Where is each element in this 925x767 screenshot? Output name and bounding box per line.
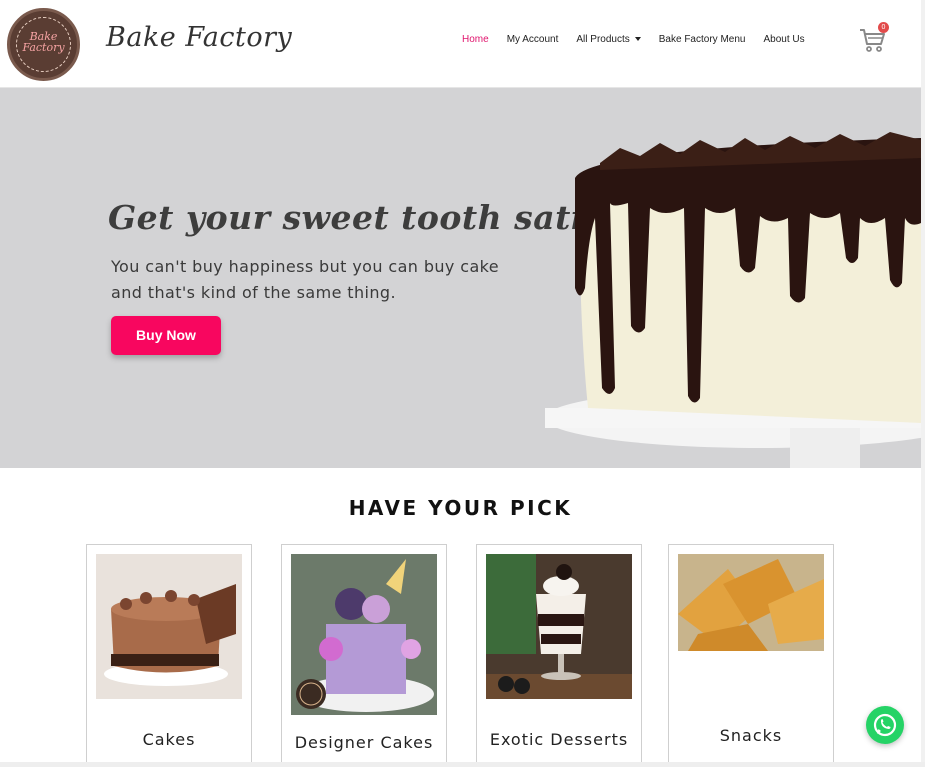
hero-cake-image xyxy=(545,132,921,468)
card-label-snacks: Snacks xyxy=(719,726,783,745)
buy-now-button[interactable]: Buy Now xyxy=(111,316,221,355)
card-label-exotic-desserts: Exotic Desserts xyxy=(489,730,629,749)
nav-about-us[interactable]: About Us xyxy=(763,34,804,45)
snacks-image xyxy=(678,554,824,651)
card-label-designer-cakes: Designer Cakes xyxy=(294,733,434,752)
nav-all-products[interactable]: All Products xyxy=(576,34,641,45)
cart-count-badge: 0 xyxy=(878,22,889,33)
brand-name[interactable]: Bake Factory xyxy=(106,22,292,53)
category-card-designer-cakes[interactable]: Designer Cakes xyxy=(281,544,447,766)
cart-button[interactable]: 0 xyxy=(858,22,889,54)
section-title: HAVE YOUR PICK xyxy=(348,496,573,520)
logo-text: Bake Factory xyxy=(22,30,65,54)
hero-subtitle: You can't buy happiness but you can buy … xyxy=(111,254,541,306)
horizontal-scrollbar[interactable] xyxy=(0,762,925,767)
nav-bake-factory-menu[interactable]: Bake Factory Menu xyxy=(659,34,746,45)
designer-cakes-image xyxy=(291,554,437,715)
nav-all-products-label: All Products xyxy=(576,34,630,45)
hero-subtitle-line-2: and that's kind of the same thing. xyxy=(111,283,396,302)
main-navigation: Home My Account All Products Bake Factor… xyxy=(462,34,823,45)
caret-down-icon xyxy=(634,37,641,42)
category-card-snacks[interactable]: Snacks xyxy=(668,544,834,766)
cakes-image xyxy=(96,554,242,699)
bake-factory-logo[interactable]: Bake Factory xyxy=(7,8,80,81)
category-card-exotic-desserts[interactable]: Exotic Desserts xyxy=(476,544,642,766)
hero-subtitle-line-1: You can't buy happiness but you can buy … xyxy=(111,257,500,276)
category-card-cakes[interactable]: Cakes xyxy=(86,544,252,766)
scrollbar-track[interactable] xyxy=(921,0,925,767)
whatsapp-icon xyxy=(873,713,897,737)
nav-my-account[interactable]: My Account xyxy=(507,34,559,45)
nav-home[interactable]: Home xyxy=(462,34,489,45)
exotic-desserts-image xyxy=(486,554,632,699)
site-header: Bake Factory Bake Factory Home My Accoun… xyxy=(0,0,921,88)
whatsapp-chat-button[interactable] xyxy=(866,706,904,744)
card-label-cakes: Cakes xyxy=(142,730,196,749)
hero-banner: Get your sweet tooth satisfied You can't… xyxy=(0,88,921,468)
